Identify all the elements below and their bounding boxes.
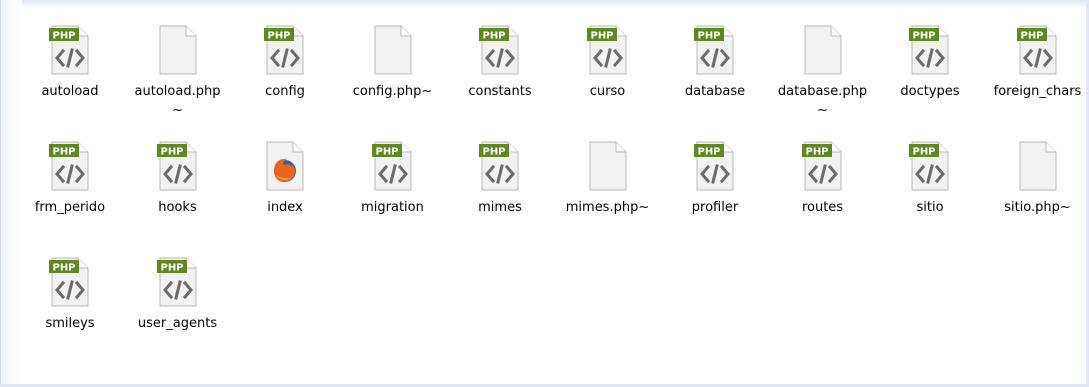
file-item[interactable]: PHP database	[669, 24, 761, 136]
file-item[interactable]: PHP config	[239, 24, 331, 136]
file-item[interactable]: PHP frm_perido	[24, 140, 116, 252]
svg-text:PHP: PHP	[590, 31, 613, 42]
window-top-frame	[0, 0, 1089, 8]
file-name-label: sitio	[916, 200, 944, 215]
php-file-icon: PHP	[49, 141, 89, 191]
svg-text:PHP: PHP	[375, 147, 398, 158]
blank-file-icon	[804, 25, 841, 75]
file-item[interactable]: autoload.php~	[132, 24, 224, 136]
php-file-icon: PHP	[156, 257, 196, 307]
file-item[interactable]: PHP routes	[777, 140, 869, 252]
svg-text:PHP: PHP	[52, 263, 75, 274]
blank-file-icon	[374, 25, 411, 75]
file-name-label: mimes.php~	[565, 200, 650, 215]
svg-text:PHP: PHP	[160, 263, 183, 274]
php-file-icon: PHP	[801, 141, 841, 191]
php-file-icon: PHP	[909, 25, 949, 75]
svg-text:PHP: PHP	[160, 147, 183, 158]
file-name-label: routes	[801, 200, 844, 215]
file-item[interactable]: PHP migration	[347, 140, 439, 252]
file-name-label: frm_perido	[34, 200, 106, 215]
file-name-label: config	[265, 84, 305, 99]
blank-file-icon	[589, 141, 626, 191]
file-item[interactable]: PHP hooks	[132, 140, 224, 252]
file-explorer-window: PHP autoload autoload.php~ PHP config config.…	[0, 0, 1089, 387]
file-item[interactable]: PHP mimes	[454, 140, 546, 252]
firefox-html-icon	[266, 141, 304, 191]
php-file-icon: PHP	[371, 141, 411, 191]
file-item[interactable]: PHP foreign_chars	[992, 24, 1084, 136]
file-item[interactable]: PHP profiler	[669, 140, 761, 252]
file-item[interactable]: PHP sitio	[884, 140, 976, 252]
file-name-label: autoload	[41, 84, 99, 99]
php-file-icon: PHP	[1016, 25, 1056, 75]
file-item[interactable]: database.php~	[777, 24, 869, 136]
svg-text:PHP: PHP	[697, 31, 720, 42]
svg-text:PHP: PHP	[697, 147, 720, 158]
file-item[interactable]: PHP smileys	[24, 256, 116, 368]
php-file-icon: PHP	[49, 25, 89, 75]
svg-text:PHP: PHP	[1020, 31, 1043, 42]
file-item[interactable]: PHP constants	[454, 24, 546, 136]
file-item[interactable]: sitio.php~	[992, 140, 1084, 252]
file-item[interactable]: PHP doctypes	[884, 24, 976, 136]
svg-text:PHP: PHP	[912, 147, 935, 158]
file-name-label: mimes	[478, 200, 522, 215]
file-name-label: autoload.php~	[134, 84, 221, 118]
php-file-icon: PHP	[479, 141, 519, 191]
file-name-label: smileys	[45, 316, 95, 331]
file-item[interactable]: PHP curso	[562, 24, 654, 136]
file-name-label: profiler	[691, 200, 739, 215]
file-name-label: hooks	[158, 200, 197, 215]
navigation-pane-edge	[0, 0, 22, 387]
svg-text:PHP: PHP	[482, 147, 505, 158]
php-file-icon: PHP	[156, 141, 196, 191]
file-name-label: config.php~	[352, 84, 433, 99]
file-name-label: index	[267, 200, 303, 215]
php-file-icon: PHP	[694, 141, 734, 191]
svg-text:PHP: PHP	[52, 147, 75, 158]
svg-text:PHP: PHP	[482, 31, 505, 42]
file-name-label: database.php~	[777, 84, 868, 118]
file-name-label: constants	[468, 84, 532, 99]
file-name-label: migration	[361, 200, 424, 215]
php-file-icon: PHP	[694, 25, 734, 75]
svg-text:PHP: PHP	[805, 147, 828, 158]
php-file-icon: PHP	[479, 25, 519, 75]
svg-text:PHP: PHP	[52, 31, 75, 42]
php-file-icon: PHP	[586, 25, 626, 75]
php-file-icon: PHP	[49, 257, 89, 307]
file-name-label: doctypes	[900, 84, 960, 99]
file-item[interactable]: PHP user_agents	[132, 256, 224, 368]
file-name-label: user_agents	[137, 316, 218, 331]
file-item[interactable]: mimes.php~	[562, 140, 654, 252]
php-file-icon: PHP	[909, 141, 949, 191]
file-item[interactable]: index	[239, 140, 331, 252]
file-name-label: database	[684, 84, 746, 99]
file-item[interactable]: PHP autoload	[24, 24, 116, 136]
svg-text:PHP: PHP	[912, 31, 935, 42]
file-item[interactable]: config.php~	[347, 24, 439, 136]
blank-file-icon	[159, 25, 196, 75]
file-name-label: foreign_chars	[993, 84, 1082, 99]
svg-text:PHP: PHP	[267, 31, 290, 42]
file-name-label: curso	[589, 84, 626, 99]
php-file-icon: PHP	[264, 25, 304, 75]
blank-file-icon	[1019, 141, 1056, 191]
file-name-label: sitio.php~	[1004, 200, 1071, 215]
